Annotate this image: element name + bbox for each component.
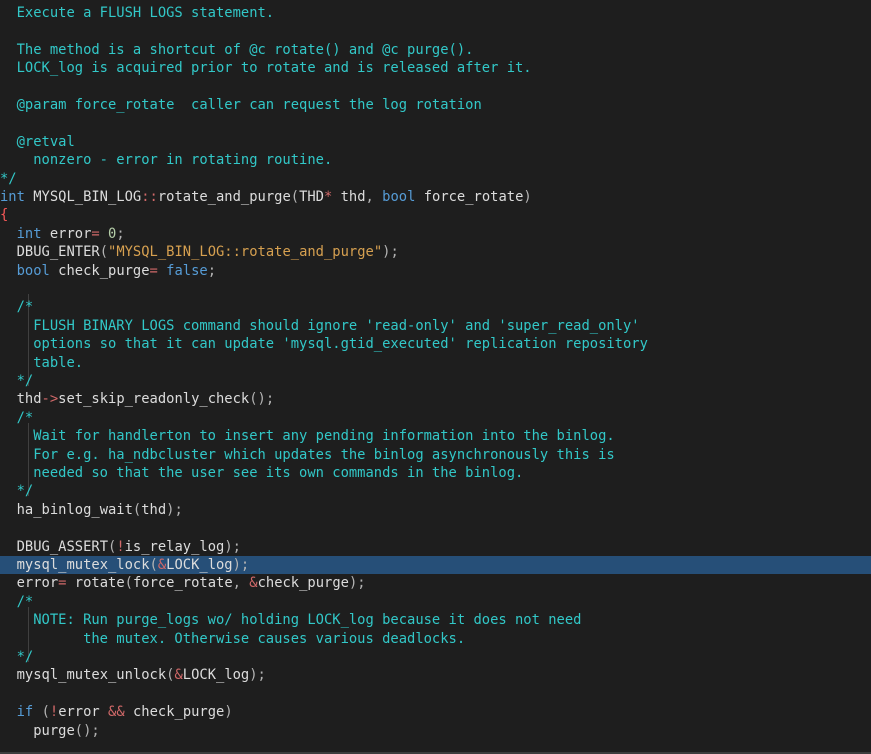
code-line[interactable]: table. — [0, 354, 871, 372]
code-line[interactable]: int MYSQL_BIN_LOG::rotate_and_purge(THD*… — [0, 188, 871, 206]
code-line[interactable]: */ — [0, 648, 871, 666]
code-line[interactable] — [0, 22, 871, 40]
code-line[interactable]: DBUG_ASSERT(!is_relay_log); — [0, 538, 871, 556]
code-line[interactable]: LOCK_log is acquired prior to rotate and… — [0, 59, 871, 77]
code-line[interactable]: { — [0, 206, 871, 224]
code-line[interactable]: @retval — [0, 133, 871, 151]
code-line[interactable]: needed so that the user see its own comm… — [0, 464, 871, 482]
code-line[interactable]: For e.g. ha_ndbcluster which updates the… — [0, 446, 871, 464]
code-line[interactable]: options so that it can update 'mysql.gti… — [0, 335, 871, 353]
code-line[interactable]: error= rotate(force_rotate, &check_purge… — [0, 574, 871, 592]
code-line[interactable] — [0, 114, 871, 132]
code-line[interactable]: Wait for handlerton to insert any pendin… — [0, 427, 871, 445]
code-line[interactable]: if (!error && check_purge) — [0, 703, 871, 721]
code-line[interactable] — [0, 78, 871, 96]
code-line[interactable]: DBUG_ENTER("MYSQL_BIN_LOG::rotate_and_pu… — [0, 243, 871, 261]
code-editor[interactable]: Execute a FLUSH LOGS statement. The meth… — [0, 0, 871, 754]
code-line[interactable]: FLUSH BINARY LOGS command should ignore … — [0, 317, 871, 335]
code-line[interactable]: /* — [0, 409, 871, 427]
code-line[interactable]: /* — [0, 298, 871, 316]
code-line[interactable]: ha_binlog_wait(thd); — [0, 501, 871, 519]
code-line[interactable]: */ — [0, 372, 871, 390]
code-line[interactable]: NOTE: Run purge_logs wo/ holding LOCK_lo… — [0, 611, 871, 629]
code-line[interactable]: nonzero - error in rotating routine. — [0, 151, 871, 169]
code-line-highlighted[interactable]: mysql_mutex_lock(&LOCK_log); — [0, 556, 871, 575]
code-line[interactable] — [0, 519, 871, 537]
code-line[interactable]: int error= 0; — [0, 225, 871, 243]
code-line[interactable]: bool check_purge= false; — [0, 262, 871, 280]
code-line[interactable]: the mutex. Otherwise causes various dead… — [0, 630, 871, 648]
code-line[interactable]: @param force_rotate caller can request t… — [0, 96, 871, 114]
code-line[interactable]: The method is a shortcut of @c rotate() … — [0, 41, 871, 59]
code-line[interactable]: /* — [0, 593, 871, 611]
code-line[interactable]: mysql_mutex_unlock(&LOCK_log); — [0, 666, 871, 684]
code-line[interactable] — [0, 685, 871, 703]
code-line[interactable] — [0, 280, 871, 298]
code-line[interactable]: thd->set_skip_readonly_check(); — [0, 390, 871, 408]
code-line[interactable]: Execute a FLUSH LOGS statement. — [0, 4, 871, 22]
code-line[interactable]: */ — [0, 482, 871, 500]
code-line[interactable]: */ — [0, 170, 871, 188]
code-line[interactable]: purge(); — [0, 722, 871, 740]
